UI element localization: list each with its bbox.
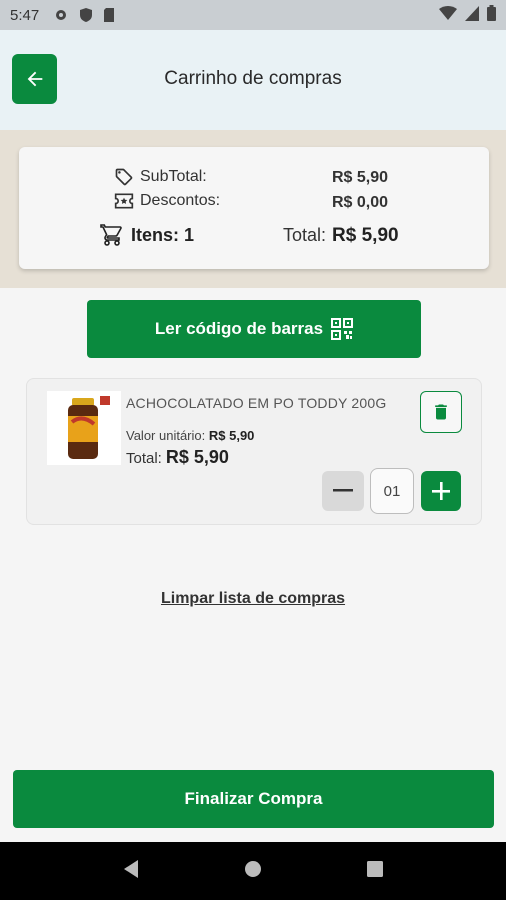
item-total-value: R$ 5,90 <box>165 447 229 467</box>
discounts-row: Descontos: <box>114 192 220 210</box>
cart-item: ACHOCOLATADO EM PO TODDY 200G Valor unit… <box>26 378 482 525</box>
subtotal-label: SubTotal: <box>140 168 207 185</box>
product-name: ACHOCOLATADO EM PO TODDY 200G <box>126 395 387 411</box>
delete-item-button[interactable] <box>420 391 462 433</box>
item-total-label: Total: <box>126 450 162 467</box>
increase-quantity-button[interactable] <box>421 471 461 511</box>
subtotal-value: R$ 5,90 <box>332 169 389 186</box>
nav-home-icon[interactable] <box>243 859 263 884</box>
quantity-field[interactable]: 01 <box>370 468 414 514</box>
shield-icon <box>79 7 93 23</box>
signal-icon <box>465 5 479 25</box>
nav-back-icon[interactable] <box>122 859 140 884</box>
total-label: Total: <box>283 225 327 245</box>
scan-barcode-button[interactable]: Ler código de barras <box>87 300 421 358</box>
qr-code-icon <box>331 318 354 340</box>
finish-purchase-label: Finalizar Compra <box>184 789 323 808</box>
items-count: Itens: 1 <box>131 224 195 245</box>
total-row: Total: R$ 5,90 <box>283 225 399 247</box>
page-title: Carrinho de compras <box>164 68 342 89</box>
status-time: 5:47 <box>10 6 40 24</box>
system-nav-bar <box>0 842 506 900</box>
product-image <box>47 391 121 465</box>
clear-list-link[interactable]: Limpar lista de compras <box>161 590 345 607</box>
status-bar: 5:47 <box>0 0 506 30</box>
wifi-icon <box>439 5 457 25</box>
total-value: R$ 5,90 <box>332 225 399 246</box>
ticket-icon <box>114 192 134 210</box>
item-total-row: Total: R$ 5,90 <box>126 447 229 468</box>
clear-list-link-wrap: Limpar lista de compras <box>0 590 506 608</box>
nav-recents-icon[interactable] <box>366 860 384 883</box>
scan-barcode-label: Ler código de barras <box>154 319 324 338</box>
unit-price-value: R$ 5,90 <box>208 428 255 443</box>
unit-price-row: Valor unitário: R$ 5,90 <box>126 428 254 443</box>
summary-card: SubTotal: R$ 5,90 Descontos: R$ 0,00 Ite… <box>19 147 489 269</box>
finish-purchase-button[interactable]: Finalizar Compra <box>13 770 494 828</box>
items-row: Itens: 1 <box>99 223 194 247</box>
tag-icon <box>114 167 134 187</box>
subtotal-row: SubTotal: <box>114 167 207 187</box>
cart-icon <box>99 223 125 247</box>
trash-icon <box>435 404 447 420</box>
minus-icon <box>333 489 353 492</box>
battery-icon <box>487 5 496 25</box>
unit-price-label: Valor unitário: <box>126 428 206 443</box>
discounts-label: Descontos: <box>140 192 221 209</box>
settings-icon <box>53 7 69 23</box>
discounts-value: R$ 0,00 <box>332 194 389 211</box>
sd-card-icon <box>103 7 115 23</box>
plus-icon <box>432 482 450 500</box>
decrease-quantity-button[interactable] <box>322 471 364 511</box>
app-header: Carrinho de compras <box>0 30 506 130</box>
